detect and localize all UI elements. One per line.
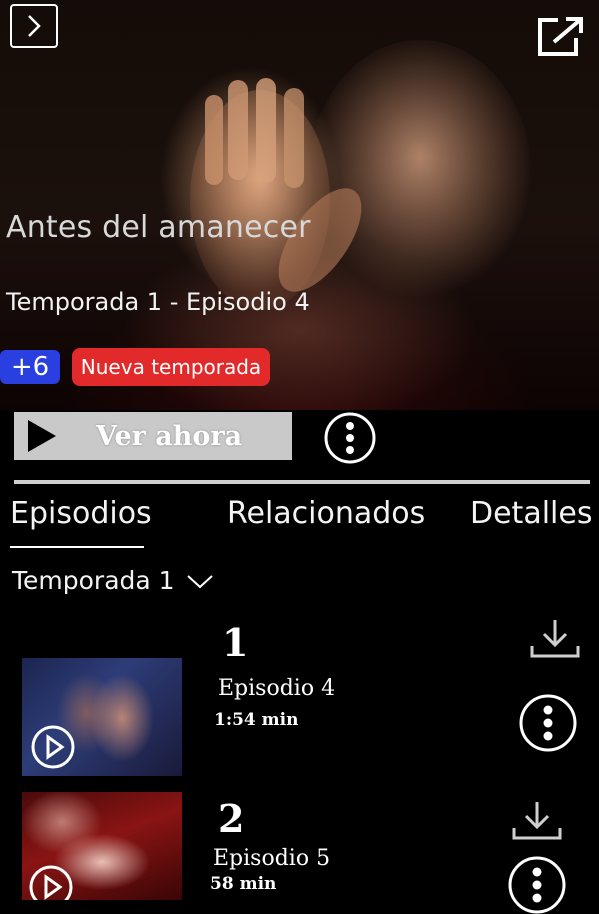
more-vertical-icon [324, 412, 376, 464]
episode-thumbnail[interactable] [22, 792, 182, 900]
tab-episodes[interactable]: Episodios [10, 496, 152, 531]
episode-duration: 58 min [210, 874, 277, 894]
episode-number: 1 [222, 620, 249, 665]
play-circle-icon[interactable] [28, 864, 74, 900]
download-icon[interactable] [528, 616, 582, 662]
season-episode-label: Temporada 1 - Episodio 4 [6, 288, 310, 316]
episode-title: Episodio 4 [218, 676, 336, 701]
open-external-icon [538, 17, 583, 56]
watch-now-label: Ver ahora [96, 420, 243, 452]
hero-banner: Antes del amanecer Temporada 1 - Episodi… [0, 0, 599, 410]
active-tab-indicator [10, 546, 144, 548]
episode-thumbnail[interactable] [22, 658, 182, 776]
episode-number: 2 [218, 796, 245, 841]
season-dropdown[interactable]: Temporada 1 [12, 566, 215, 595]
chevron-down-icon [186, 574, 213, 588]
play-circle-icon[interactable] [30, 724, 76, 770]
chevron-right-icon [28, 15, 41, 37]
extra-count-badge[interactable]: +6 [0, 350, 60, 384]
episode-duration: 1:54 min [214, 710, 299, 730]
more-vertical-icon[interactable] [519, 694, 577, 752]
more-vertical-icon[interactable] [508, 856, 566, 914]
episode-title: Episodio 5 [213, 846, 331, 871]
season-dropdown-label: Temporada 1 [12, 566, 175, 595]
show-title: Antes del amanecer [6, 210, 311, 245]
section-divider [14, 480, 590, 484]
watch-now-button[interactable]: Ver ahora [14, 412, 292, 460]
share-button[interactable] [536, 16, 586, 58]
tab-details[interactable]: Detalles [470, 496, 592, 531]
download-icon[interactable] [510, 798, 564, 844]
tab-related[interactable]: Relacionados [227, 496, 425, 531]
new-season-badge: Nueva temporada [72, 348, 270, 386]
play-icon [28, 420, 56, 452]
back-button[interactable] [10, 4, 58, 48]
more-options-button[interactable] [324, 412, 376, 464]
